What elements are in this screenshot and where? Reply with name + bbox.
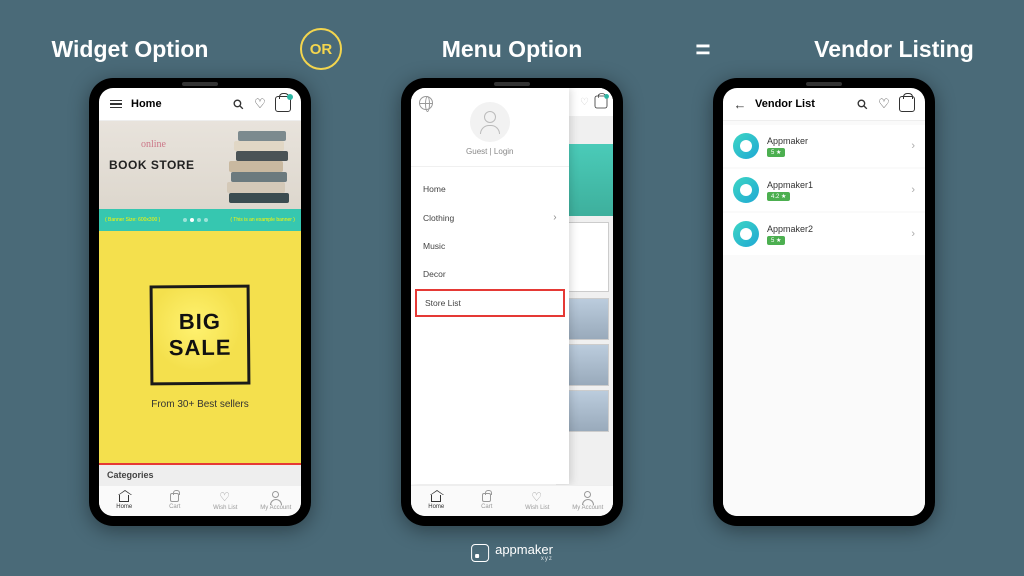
vendor-list: Appmaker 5 ★ › Appmaker1 4.2 ★ › [723, 121, 925, 516]
hero-banner[interactable]: online BOOK STORE [99, 121, 301, 209]
sale-text-sale: SALE [169, 334, 232, 361]
chevron-right-icon: › [911, 184, 915, 196]
books-illustration [205, 127, 295, 203]
vendor-row[interactable]: Appmaker2 5 ★ › [723, 213, 925, 255]
menu-item-decor[interactable]: Decor [411, 260, 569, 288]
bottom-nav: Home Cart Wish List My Account [99, 485, 301, 516]
side-drawer: Guest | Login Home Clothing› Music Decor… [411, 88, 569, 484]
vendor-name: Appmaker [767, 136, 903, 146]
label-menu-option: Menu Option [402, 36, 622, 63]
vendor-row[interactable]: Appmaker 5 ★ › [723, 125, 925, 167]
menu-item-clothing[interactable]: Clothing› [411, 203, 569, 232]
vendor-row[interactable]: Appmaker1 4.2 ★ › [723, 169, 925, 211]
sale-subtitle: From 30+ Best sellers [151, 399, 249, 410]
vendor-avatar [733, 133, 759, 159]
hero-title: BOOK STORE [109, 158, 194, 172]
account-icon [582, 491, 594, 503]
heart-icon[interactable]: ♡ [877, 97, 891, 111]
guest-login-link[interactable]: Guest | Login [466, 147, 513, 156]
categories-header: Categories [99, 465, 301, 485]
phone-menu-option: ♡ Guest | Login Home [401, 78, 623, 526]
phones-row: Home ♡ online BOOK STORE ( Banner Size: … [0, 78, 1024, 526]
header-row: Widget Option OR Menu Option = Vendor Li… [0, 0, 1024, 70]
carousel-dots[interactable] [183, 218, 208, 222]
equals-sign: = [682, 34, 724, 65]
drawer-menu-list: Home Clothing› Music Decor Store List [411, 167, 569, 484]
menu-item-home[interactable]: Home [411, 175, 569, 203]
vendor-name: Appmaker2 [767, 224, 903, 234]
bottom-nav: Home Cart Wish List My Account [411, 485, 613, 516]
vendor-rating-badge: 5 ★ [767, 236, 785, 245]
big-sale-widget[interactable]: BIG SALE From 30+ Best sellers [99, 231, 301, 465]
vendor-rating-badge: 5 ★ [767, 148, 785, 157]
page-title: Home [131, 98, 223, 110]
avatar-placeholder[interactable] [470, 102, 510, 142]
vendor-name: Appmaker1 [767, 180, 903, 190]
phone-widget-option: Home ♡ online BOOK STORE ( Banner Size: … [89, 78, 311, 526]
wishlist-icon [219, 491, 231, 503]
phone-vendor-listing: Vendor List ♡ Appmaker 5 ★ › App [713, 78, 935, 526]
vendor-info: Appmaker 5 ★ [767, 136, 903, 157]
sale-text-big: BIG [179, 308, 221, 334]
screen-widget: Home ♡ online BOOK STORE ( Banner Size: … [99, 88, 301, 516]
banner-size-hint: ( Banner Size: 600x300 ) [105, 217, 160, 223]
search-icon[interactable] [231, 97, 245, 111]
nav-cart[interactable]: Cart [462, 486, 513, 516]
account-icon [270, 491, 282, 503]
bag-icon[interactable] [899, 96, 915, 112]
or-badge: OR [300, 28, 342, 70]
screen-vendor-list: Vendor List ♡ Appmaker 5 ★ › App [723, 88, 925, 516]
nav-home[interactable]: Home [99, 486, 150, 516]
nav-wishlist[interactable]: Wish List [512, 486, 563, 516]
hero-script: online [141, 139, 166, 150]
banner-meta-strip: ( Banner Size: 600x300 ) ( This is an ex… [99, 209, 301, 231]
chevron-right-icon: › [553, 212, 556, 223]
vendor-avatar [733, 177, 759, 203]
cart-icon [170, 493, 179, 502]
banner-example-hint: ( This is an example banner ) [230, 217, 295, 223]
vendor-rating-badge: 4.2 ★ [767, 192, 790, 201]
logo-text: appmaker [495, 543, 553, 556]
drawer-header: Guest | Login [411, 88, 569, 167]
nav-account[interactable]: My Account [251, 486, 302, 516]
home-icon [431, 495, 441, 502]
chevron-right-icon: › [911, 140, 915, 152]
app-topbar: Home ♡ [99, 88, 301, 121]
nav-wishlist[interactable]: Wish List [200, 486, 251, 516]
logo-subtext: xyz [495, 556, 553, 562]
vendor-info: Appmaker2 5 ★ [767, 224, 903, 245]
menu-item-music[interactable]: Music [411, 232, 569, 260]
bag-icon [595, 96, 608, 109]
sale-frame: BIG SALE [150, 284, 251, 385]
search-icon[interactable] [855, 97, 869, 111]
menu-item-store-list[interactable]: Store List [415, 289, 565, 317]
globe-icon[interactable] [419, 96, 433, 110]
logo-icon [471, 544, 489, 562]
chevron-right-icon: › [911, 228, 915, 240]
back-icon[interactable] [733, 97, 747, 111]
nav-cart[interactable]: Cart [150, 486, 201, 516]
vendor-info: Appmaker1 4.2 ★ [767, 180, 903, 201]
wishlist-icon [531, 491, 543, 503]
label-widget-option: Widget Option [20, 36, 240, 63]
app-topbar: Vendor List ♡ [723, 88, 925, 121]
vendor-avatar [733, 221, 759, 247]
bag-icon[interactable] [275, 96, 291, 112]
nav-account[interactable]: My Account [563, 486, 614, 516]
heart-icon[interactable]: ♡ [253, 97, 267, 111]
hamburger-icon[interactable] [109, 97, 123, 111]
cart-icon [482, 493, 491, 502]
label-vendor-listing: Vendor Listing [784, 36, 1004, 63]
appmaker-logo: appmaker xyz [471, 543, 553, 562]
page-title: Vendor List [755, 98, 847, 110]
home-icon [119, 495, 129, 502]
nav-home[interactable]: Home [411, 486, 462, 516]
screen-menu: ♡ Guest | Login Home [411, 88, 613, 516]
